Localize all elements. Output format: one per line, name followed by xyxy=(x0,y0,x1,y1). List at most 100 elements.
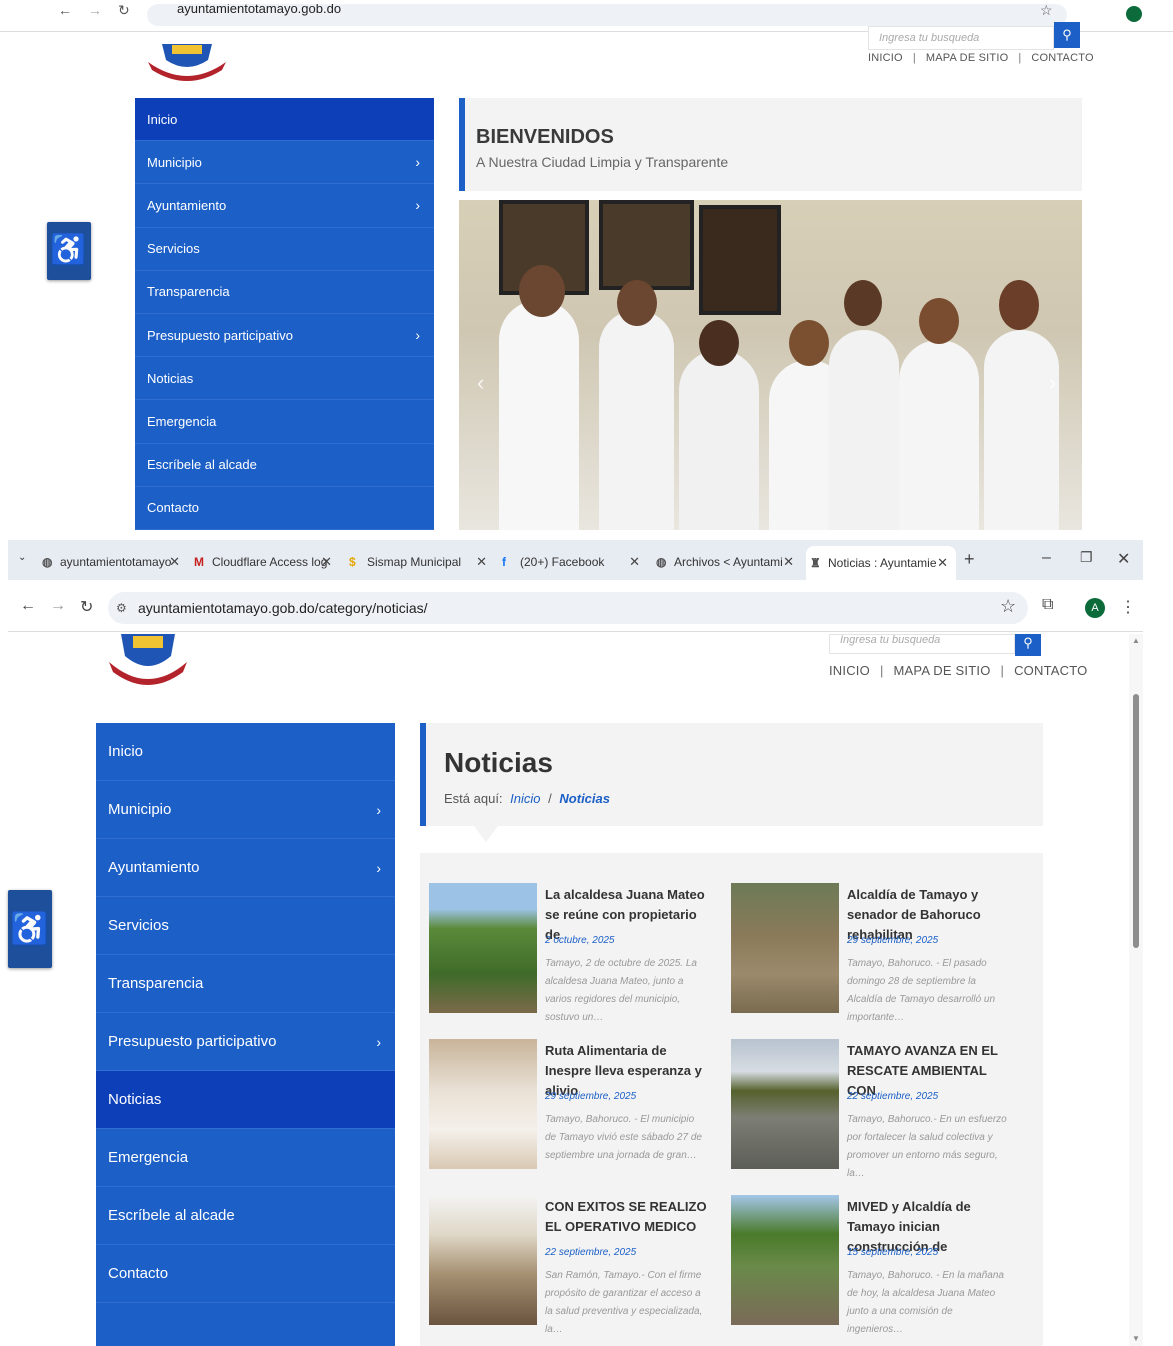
sidebar-item-presupuesto-participativo[interactable]: Presupuesto participativo › xyxy=(96,1013,395,1071)
search-icon[interactable]: ⚲ xyxy=(1054,22,1080,48)
tab-title: Cloudflare Access log xyxy=(212,555,328,569)
close-tab-icon[interactable]: ✕ xyxy=(937,546,948,580)
tab-title: Sismap Municipal xyxy=(367,555,462,569)
breadcrumb-home-link[interactable]: Inicio xyxy=(510,791,540,806)
url-bar[interactable]: ⚙ ayuntamientotamayo.gob.do/category/not… xyxy=(108,592,1028,624)
news-title[interactable]: CON EXITOS SE REALIZO EL OPERATIVO MEDIC… xyxy=(545,1197,707,1237)
tab-5[interactable]: ◍ Archivos < Ayuntami ✕ xyxy=(652,548,802,576)
news-thumbnail[interactable] xyxy=(731,883,839,1013)
news-card[interactable]: La alcaldesa Juana Mateo se reúne con pr… xyxy=(429,883,714,1023)
tab-1[interactable]: ◍ ayuntamientotamayo ✕ xyxy=(38,548,188,576)
extensions-icon[interactable]: ⧉ xyxy=(1042,596,1053,614)
minimize-icon[interactable]: – xyxy=(1042,549,1051,567)
link-mapa-de-sitio[interactable]: MAPA DE SITIO xyxy=(926,52,1008,64)
sidebar-item-emergencia[interactable]: Emergencia xyxy=(96,1129,395,1187)
restore-icon[interactable]: ❐ xyxy=(1080,549,1093,566)
search-icon[interactable]: ⚲ xyxy=(1015,634,1041,656)
tab-4[interactable]: f (20+) Facebook ✕ xyxy=(498,548,648,576)
news-thumbnail[interactable] xyxy=(731,1039,839,1169)
accessibility-icon[interactable]: ♿ xyxy=(47,222,91,280)
star-icon[interactable]: ☆ xyxy=(1040,2,1053,19)
sidebar-menu: Inicio Municipio › Ayuntamiento › Servicios Tr… xyxy=(96,723,395,1346)
tab-6[interactable]: ♜ Noticias : Ayuntamie ✕ xyxy=(806,546,956,580)
sidebar-item-escríbele-al-alcade[interactable]: Escríbele al alcade xyxy=(96,1187,395,1245)
forward-icon[interactable]: → xyxy=(50,597,66,615)
news-card[interactable]: CON EXITOS SE REALIZO EL OPERATIVO MEDIC… xyxy=(429,1195,714,1335)
sidebar-item-label: Municipio xyxy=(108,801,172,818)
reload-icon[interactable]: ↻ xyxy=(118,2,130,19)
sidebar-item-servicios[interactable]: Servicios xyxy=(96,897,395,955)
bookmark-star-icon[interactable]: ☆ xyxy=(1000,596,1016,617)
sidebar-item-contacto[interactable]: Contacto xyxy=(96,1245,395,1303)
news-date: 22 septiembre, 2025 xyxy=(847,1091,939,1102)
sidebar-item-servicios[interactable]: Servicios xyxy=(135,228,434,271)
tab-3[interactable]: $ Sismap Municipal ✕ xyxy=(345,548,495,576)
close-tab-icon[interactable]: ✕ xyxy=(169,548,180,576)
news-card[interactable]: MIVED y Alcaldía de Tamayo inician const… xyxy=(731,1195,1016,1335)
sidebar-item-transparencia[interactable]: Transparencia xyxy=(135,271,434,314)
breadcrumb-current: Noticias xyxy=(559,791,610,806)
header-pointer xyxy=(474,826,498,842)
sidebar-item-ayuntamiento[interactable]: Ayuntamiento › xyxy=(96,839,395,897)
sidebar-item-inicio[interactable]: Inicio xyxy=(135,98,434,142)
back-icon[interactable]: ← xyxy=(20,597,36,615)
menu-dots-icon[interactable]: ⋮ xyxy=(1120,597,1136,617)
accessibility-icon[interactable]: ♿ xyxy=(8,890,52,968)
link-contacto[interactable]: CONTACTO xyxy=(1014,663,1087,678)
close-tab-icon[interactable]: ✕ xyxy=(321,548,332,576)
sidebar-item-transparencia[interactable]: Transparencia xyxy=(96,955,395,1013)
sidebar-item-presupuesto-participativo[interactable]: Presupuesto participativo › xyxy=(135,314,434,358)
site-info-icon[interactable]: ⚙ xyxy=(116,592,127,624)
slider-prev-icon[interactable]: ‹ xyxy=(477,370,484,396)
sidebar-item-noticias[interactable]: Noticias xyxy=(135,357,434,401)
scroll-down-icon[interactable]: ▼ xyxy=(1132,1334,1140,1343)
municipal-logo[interactable] xyxy=(146,32,228,92)
tab-2[interactable]: M Cloudflare Access log ✕ xyxy=(190,548,340,576)
link-inicio[interactable]: INICIO xyxy=(868,52,903,64)
profile-avatar[interactable]: A xyxy=(1085,598,1105,618)
link-inicio[interactable]: INICIO xyxy=(829,663,870,678)
news-thumbnail[interactable] xyxy=(429,1195,537,1325)
new-tab-icon[interactable]: + xyxy=(964,549,975,570)
tab-search-icon[interactable]: ⌄ xyxy=(18,552,26,563)
municipal-logo[interactable] xyxy=(107,634,189,690)
sidebar-item-label: Emergencia xyxy=(147,413,217,429)
sidebar-item-municipio[interactable]: Municipio › xyxy=(135,141,434,185)
scrollbar-thumb[interactable] xyxy=(1133,694,1139,948)
close-tab-icon[interactable]: ✕ xyxy=(629,548,640,576)
top-links: INICIO | MAPA DE SITIO | CONTACTO xyxy=(829,663,1088,678)
close-tab-icon[interactable]: ✕ xyxy=(783,548,794,576)
slider-next-icon[interactable]: › xyxy=(1049,370,1056,396)
news-date: 15 septiembre, 2025 xyxy=(847,1247,939,1258)
reload-icon[interactable]: ↻ xyxy=(80,597,93,617)
sidebar-item-escríbele-al-alcade[interactable]: Escríbele al alcade xyxy=(135,444,434,487)
top-url-bar[interactable]: ayuntamientotamayo.gob.do xyxy=(147,4,1067,26)
scroll-up-icon[interactable]: ▲ xyxy=(1132,636,1140,645)
sidebar-item-ayuntamiento[interactable]: Ayuntamiento › xyxy=(135,184,434,228)
news-card[interactable]: Alcaldía de Tamayo y senador de Bahoruco… xyxy=(731,883,1016,1023)
forward-icon[interactable]: → xyxy=(88,2,102,18)
chevron-right-icon: › xyxy=(376,859,381,876)
sidebar-item-label: Presupuesto participativo xyxy=(147,327,293,343)
scrollbar-track[interactable]: ▲ ▼ xyxy=(1129,634,1143,1346)
close-window-icon[interactable]: ✕ xyxy=(1117,549,1130,569)
sidebar-item-noticias[interactable]: Noticias xyxy=(96,1071,395,1129)
sidebar-item-municipio[interactable]: Municipio › xyxy=(96,781,395,839)
search-input-top[interactable]: Ingresa tu busqueda xyxy=(868,26,1054,50)
news-grid: La alcaldesa Juana Mateo se reúne con pr… xyxy=(420,853,1043,1346)
link-contacto[interactable]: CONTACTO xyxy=(1031,52,1093,64)
sidebar-item-emergencia[interactable]: Emergencia xyxy=(135,400,434,444)
news-thumbnail[interactable] xyxy=(731,1195,839,1325)
close-tab-icon[interactable]: ✕ xyxy=(476,548,487,576)
welcome-box: BIENVENIDOS A Nuestra Ciudad Limpia y Tr… xyxy=(459,98,1082,191)
link-mapa-de-sitio[interactable]: MAPA DE SITIO xyxy=(894,663,991,678)
news-card[interactable]: Ruta Alimentaria de Inespre lleva espera… xyxy=(429,1039,714,1171)
sidebar-item-inicio[interactable]: Inicio xyxy=(96,723,395,781)
news-thumbnail[interactable] xyxy=(429,1039,537,1169)
search-input[interactable]: Ingresa tu busqueda xyxy=(829,634,1015,654)
sidebar-item-contacto[interactable]: Contacto xyxy=(135,487,434,530)
back-icon[interactable]: ← xyxy=(58,2,72,18)
news-thumbnail[interactable] xyxy=(429,883,537,1013)
profile-avatar-top[interactable] xyxy=(1126,6,1142,22)
news-card[interactable]: TAMAYO AVANZA EN EL RESCATE AMBIENTAL CO… xyxy=(731,1039,1016,1179)
